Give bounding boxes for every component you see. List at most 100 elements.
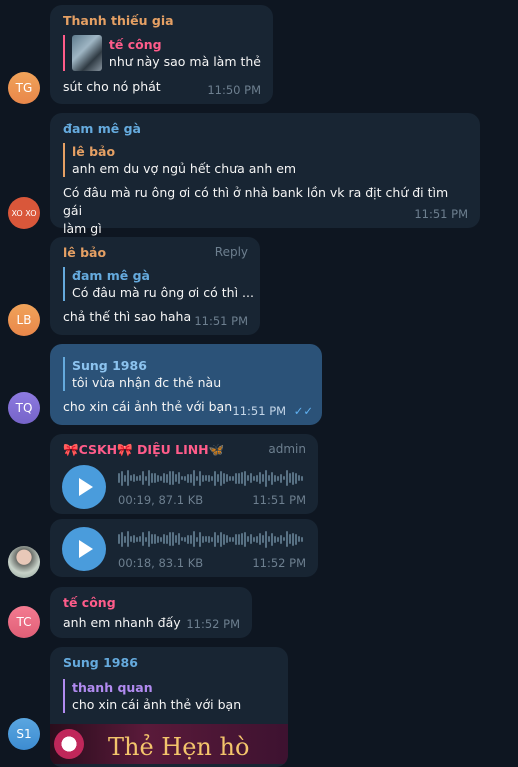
waveform-bar bbox=[262, 474, 264, 482]
waveform[interactable] bbox=[118, 468, 303, 488]
waveform-bar bbox=[145, 536, 147, 542]
waveform-bar bbox=[124, 474, 126, 482]
message-bubble[interactable]: Thanh thiếu gia tế công như này sao mà l… bbox=[50, 5, 273, 104]
reply-quote[interactable]: tế công như này sao mà làm thẻ bbox=[63, 35, 261, 71]
waveform-bar bbox=[289, 473, 291, 483]
reply-quote[interactable]: Sung 1986 tôi vừa nhận đc thẻ nàu bbox=[63, 357, 310, 391]
waveform-bar bbox=[121, 470, 123, 486]
waveform-bar bbox=[154, 473, 156, 483]
message-bubble-outgoing[interactable]: Sung 1986 tôi vừa nhận đc thẻ nàu cho xi… bbox=[50, 344, 322, 425]
waveform-bar bbox=[247, 475, 249, 481]
avatar[interactable]: TC bbox=[8, 606, 40, 638]
waveform-bar bbox=[253, 536, 255, 542]
waveform-bar bbox=[166, 473, 168, 483]
sender-name[interactable]: Sung 1986 bbox=[63, 655, 276, 671]
avatar[interactable]: LB bbox=[8, 304, 40, 336]
waveform-bar bbox=[226, 474, 228, 482]
duration-size: 00:19, 87.1 KB bbox=[118, 493, 204, 507]
waveform-bar bbox=[178, 533, 180, 545]
reply-text: như này sao mà làm thẻ bbox=[108, 54, 261, 69]
waveform-bar bbox=[220, 531, 222, 547]
reply-sender: Sung 1986 bbox=[72, 358, 147, 373]
waveform-bar bbox=[214, 531, 216, 547]
waveform-bar bbox=[223, 533, 225, 545]
waveform-bar bbox=[229, 536, 231, 542]
sender-name[interactable]: Thanh thiếu gia bbox=[63, 13, 261, 29]
waveform-bar bbox=[292, 471, 294, 485]
waveform-bar bbox=[196, 475, 198, 481]
waveform-bar bbox=[136, 536, 138, 542]
avatar[interactable]: XO XO bbox=[8, 197, 40, 229]
waveform-bar bbox=[157, 474, 159, 482]
admin-badge: admin bbox=[268, 442, 306, 456]
message-bubble[interactable]: đam mê gà lê bảo anh em du vợ ngủ hết ch… bbox=[50, 113, 480, 236]
waveform-bar bbox=[178, 472, 180, 484]
avatar[interactable]: TQ bbox=[8, 392, 40, 424]
waveform-bar bbox=[280, 534, 282, 544]
reply-sender: đam mê gà bbox=[72, 268, 150, 283]
waveform-bar bbox=[202, 474, 204, 482]
reply-quote[interactable]: thanh quan cho xin cái ảnh thẻ với bạn bbox=[63, 679, 276, 713]
waveform-bar bbox=[301, 536, 303, 542]
waveform-bar bbox=[217, 474, 219, 482]
sender-name[interactable]: tế công bbox=[63, 595, 240, 611]
waveform-bar bbox=[127, 470, 129, 486]
waveform-bar bbox=[217, 535, 219, 543]
waveform-bar bbox=[166, 534, 168, 544]
waveform-bar bbox=[133, 474, 135, 482]
reply-quote[interactable]: đam mê gà Có đâu mà ru ông ơi có thì ... bbox=[63, 267, 254, 301]
waveform-bar bbox=[118, 473, 120, 483]
waveform-bar bbox=[211, 536, 213, 542]
waveform-bar bbox=[199, 470, 201, 486]
waveform-bar bbox=[169, 532, 171, 546]
reply-button[interactable]: Reply bbox=[215, 245, 248, 259]
message-text-line: làm gì bbox=[63, 221, 102, 236]
waveform-bar bbox=[295, 472, 297, 484]
avatar[interactable]: S1 bbox=[8, 718, 40, 750]
message-bubble[interactable]: Sung 1986 thanh quan cho xin cái ảnh thẻ… bbox=[50, 647, 288, 767]
sender-name[interactable]: đam mê gà bbox=[63, 121, 468, 137]
waveform-bar bbox=[136, 475, 138, 481]
waveform-bar bbox=[301, 475, 303, 481]
waveform-bar bbox=[205, 475, 207, 481]
waveform-bar bbox=[235, 472, 237, 484]
waveform-bar bbox=[244, 470, 246, 486]
reply-quote[interactable]: lê bảo anh em du vợ ngủ hết chưa anh em bbox=[63, 143, 468, 177]
waveform-bar bbox=[277, 536, 279, 542]
reply-sender: tế công bbox=[108, 37, 162, 52]
waveform-bar bbox=[259, 533, 261, 545]
waveform-bar bbox=[184, 475, 186, 481]
waveform-bar bbox=[271, 471, 273, 485]
image-logo bbox=[54, 729, 84, 759]
waveform-bar bbox=[121, 531, 123, 547]
waveform-bar bbox=[145, 475, 147, 481]
image-caption: Thẻ Hẹn hò bbox=[108, 733, 250, 761]
waveform-bar bbox=[253, 475, 255, 481]
waveform-bar bbox=[232, 475, 234, 481]
waveform[interactable] bbox=[118, 529, 303, 549]
waveform-bar bbox=[286, 470, 288, 486]
waveform-bar bbox=[193, 470, 195, 486]
voice-message[interactable]: 00:18, 83.1 KB 11:52 PM bbox=[50, 519, 318, 577]
waveform-bar bbox=[238, 533, 240, 545]
play-button[interactable] bbox=[62, 527, 106, 571]
avatar[interactable]: TG bbox=[8, 72, 40, 104]
waveform-bar bbox=[181, 537, 183, 541]
message-time: 11:52 PM bbox=[252, 556, 306, 570]
reply-text: cho xin cái ảnh thẻ với bạn bbox=[72, 697, 242, 712]
attached-image[interactable]: Thẻ Hẹn hò bbox=[50, 724, 288, 764]
avatar-photo[interactable] bbox=[8, 546, 40, 578]
message-bubble[interactable]: tế công anh em nhanh đấy 11:52 PM bbox=[50, 587, 252, 638]
message-bubble[interactable]: lê bảo Reply đam mê gà Có đâu mà ru ông … bbox=[50, 237, 260, 335]
play-button[interactable] bbox=[62, 465, 106, 509]
waveform-bar bbox=[238, 472, 240, 484]
voice-message[interactable]: 🎀CSKH🎀 DIỆU LINH🦋 admin 00:19, 87.1 KB 1… bbox=[50, 434, 318, 514]
waveform-bar bbox=[286, 531, 288, 547]
message-time: 11:51 PM bbox=[414, 207, 468, 221]
waveform-bar bbox=[241, 472, 243, 484]
time-label: 11:51 PM bbox=[232, 404, 287, 418]
waveform-bar bbox=[172, 532, 174, 546]
waveform-bar bbox=[289, 534, 291, 544]
reply-sender: thanh quan bbox=[72, 680, 153, 695]
waveform-bar bbox=[151, 534, 153, 544]
